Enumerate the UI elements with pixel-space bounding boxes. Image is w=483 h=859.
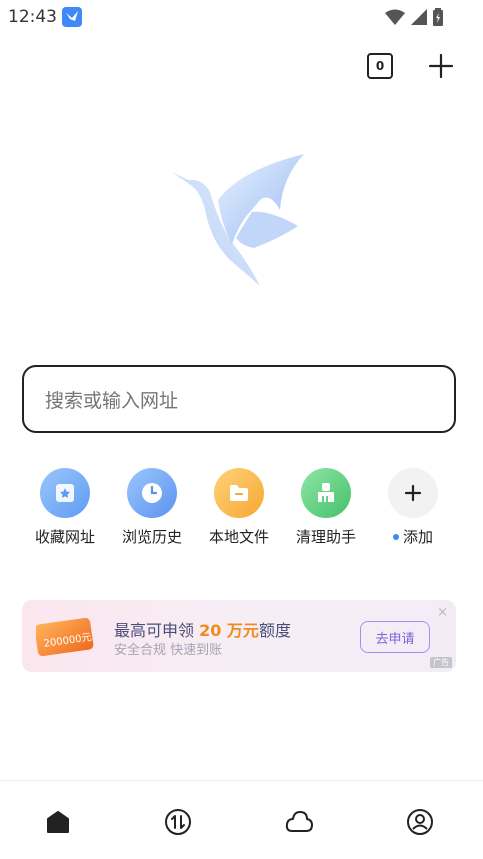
shortcut-history[interactable]: 浏览历史 [111, 468, 193, 547]
bookmark-star-icon [40, 468, 90, 518]
shortcut-add-label: 添加 [402, 528, 433, 546]
shortcut-grid: 收藏网址 浏览历史 本地文件 清理助手 添加 [24, 468, 464, 548]
ad-subtitle: 安全合规 快速到账 [114, 643, 223, 658]
wifi-icon [385, 9, 405, 25]
ad-title-highlight: 20 万元 [199, 621, 259, 640]
apply-button[interactable]: 去申请 [360, 621, 430, 653]
bottom-nav [0, 780, 483, 859]
plus-icon [388, 468, 438, 518]
ad-title-prefix: 最高可申领 [114, 621, 200, 640]
folder-icon [214, 468, 264, 518]
shortcut-label: 收藏网址 [34, 528, 95, 546]
top-actions: 0 [367, 52, 455, 80]
status-bar: 12:43 [0, 0, 483, 34]
shortcut-label: 本地文件 [208, 528, 269, 546]
shortcut-add[interactable]: 添加 [372, 468, 454, 547]
new-indicator-dot [392, 534, 399, 540]
broom-icon [301, 468, 351, 518]
bird-logo-icon [170, 150, 310, 290]
shortcut-label: 浏览历史 [121, 528, 182, 546]
close-icon[interactable]: × [437, 605, 448, 620]
search-input[interactable] [43, 385, 427, 417]
home-icon[interactable] [43, 807, 73, 837]
tab-count: 0 [375, 59, 385, 73]
coupon-icon: 200000元 [34, 615, 96, 659]
search-box[interactable] [22, 365, 456, 433]
shortcut-cleaner[interactable]: 清理助手 [285, 468, 367, 547]
shortcut-bookmarks[interactable]: 收藏网址 [24, 468, 106, 547]
shortcut-local-files[interactable]: 本地文件 [198, 468, 280, 547]
ad-banner[interactable]: 200000元 最高可申领 20 万元额度 安全合规 快速到账 去申请 × 广告 [22, 600, 456, 672]
battery-icon [433, 8, 443, 26]
status-icons [385, 7, 443, 27]
ad-title-suffix: 额度 [258, 621, 291, 640]
app-notification-icon [62, 7, 82, 27]
cloud-icon[interactable] [284, 807, 314, 837]
shortcut-label: 清理助手 [295, 528, 356, 546]
clock-icon [127, 468, 177, 518]
ad-label: 广告 [430, 657, 452, 668]
ad-title: 最高可申领 20 万元额度 [114, 617, 291, 641]
shortcut-label: 添加 [372, 526, 454, 547]
tab-switcher-icon[interactable]: 0 [367, 53, 393, 79]
cell-signal-icon [411, 9, 427, 25]
transfer-icon[interactable] [163, 807, 193, 837]
status-time: 12:43 [8, 7, 57, 27]
new-tab-plus-icon[interactable] [427, 52, 455, 80]
profile-icon[interactable] [405, 807, 435, 837]
